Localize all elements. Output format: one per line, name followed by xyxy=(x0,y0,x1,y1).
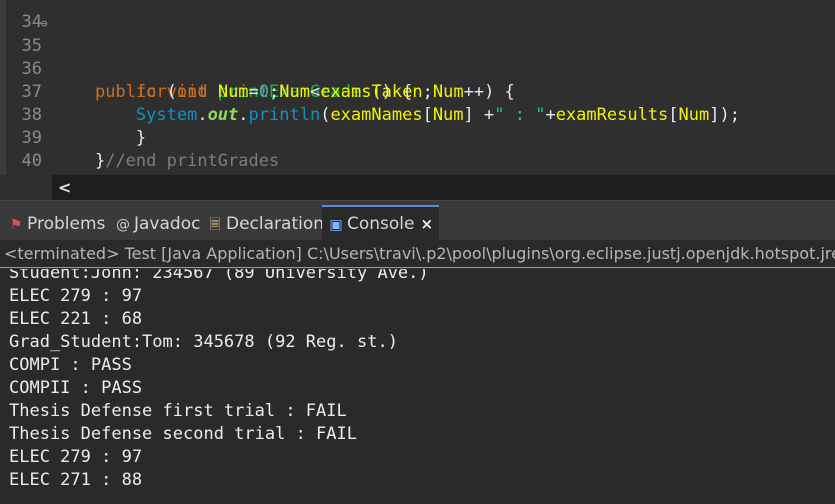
code-line: 41 xyxy=(0,150,42,175)
code-line: 34 xyxy=(0,0,42,32)
console-line: Thesis Defense second trial : FAIL xyxy=(9,424,357,444)
console-status-line: <terminated> Test [Java Application] C:\… xyxy=(0,240,835,268)
code-line: 35 ⊖ public void printExamGrades() { xyxy=(0,12,413,102)
code-editor[interactable]: 34 35 ⊖ public void printExamGrades() { … xyxy=(0,0,835,175)
view-tab-bar: ⚑ Problems @ Javadoc 🗏 Declaration ▣ Console… xyxy=(0,200,835,243)
fold-collapse-icon[interactable]: ⊖ xyxy=(41,12,48,35)
close-icon[interactable]: × xyxy=(421,215,434,233)
code-line: 40 } xyxy=(0,127,65,175)
console-line: ELEC 279 : 97 xyxy=(9,286,143,306)
code-text: }//end printGrades xyxy=(94,151,280,171)
console-icon: ▣ xyxy=(329,217,343,233)
scrollbar-corner xyxy=(0,175,52,200)
console-line: ELEC 221 : 68 xyxy=(9,309,143,329)
scroll-left-icon[interactable]: < xyxy=(58,175,71,200)
declaration-icon: 🗏 xyxy=(209,217,221,233)
problems-icon: ⚑ xyxy=(9,217,23,233)
tab-console[interactable]: ▣ Console × xyxy=(322,205,440,243)
console-line: ELEC 271 : 88 xyxy=(9,470,143,490)
console-line: COMPII : PASS xyxy=(9,378,143,398)
code-line: 38 } xyxy=(0,81,147,148)
tab-label: Problems xyxy=(27,214,106,234)
console-output[interactable]: Student:John: 234567 (89 University Ave.… xyxy=(0,269,835,504)
console-line: ELEC 279 : 97 xyxy=(9,447,143,467)
console-line: Thesis Defense first trial : FAIL xyxy=(9,401,347,421)
code-text: System.out.println(examNames[Num] +" : "… xyxy=(135,105,740,125)
code-text: for(int Num=0;Num<examsTaken;Num++) { xyxy=(135,82,515,102)
code-line: 37 System.out.println(examNames[Num] +" … xyxy=(0,58,740,125)
code-line: 39 }//end printGrades xyxy=(0,104,280,171)
code-line: 36 for(int Num=0;Num<examsTaken;Num++) { xyxy=(0,35,515,102)
tab-label: Javadoc xyxy=(134,214,201,234)
tab-problems[interactable]: ⚑ Problems xyxy=(8,207,106,241)
tab-label: Declaration xyxy=(226,214,325,234)
console-line: Grad_Student:Tom: 345678 (92 Reg. st.) xyxy=(9,332,398,352)
console-line: Student:John: 234567 (89 University Ave.… xyxy=(9,269,429,283)
horizontal-scrollbar[interactable]: < xyxy=(52,175,835,200)
code-text: } xyxy=(135,128,147,148)
tab-javadoc[interactable]: @ Javadoc xyxy=(115,207,200,241)
javadoc-icon: @ xyxy=(116,217,130,233)
console-line: COMPI : PASS xyxy=(9,355,132,375)
tab-declaration[interactable]: 🗏 Declaration xyxy=(207,207,324,241)
tab-label: Console xyxy=(347,214,415,234)
